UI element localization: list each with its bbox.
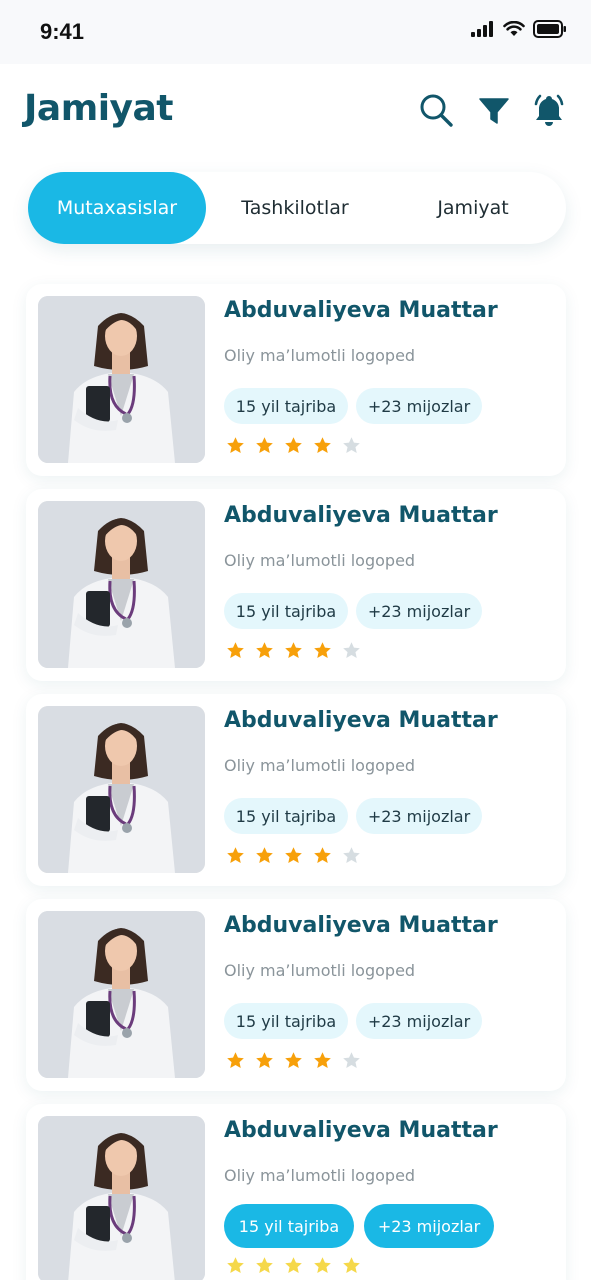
specialist-card[interactable]: Abduvaliyeva Muattar Oliy ma’lumotli logo… bbox=[26, 489, 566, 681]
specialist-card[interactable]: Abduvaliyeva Muattar Oliy ma’lumotli logo… bbox=[26, 284, 566, 476]
experience-badge: 15 yil tajriba bbox=[224, 798, 348, 834]
clients-badge: +23 mijozlar bbox=[356, 593, 482, 629]
rating-stars bbox=[226, 846, 361, 869]
battery-icon bbox=[533, 20, 566, 38]
specialist-photo bbox=[38, 296, 205, 463]
specialist-subtitle: Oliy ma’lumotli logoped bbox=[224, 346, 416, 365]
status-bar: 9:41 bbox=[0, 0, 591, 64]
star-filled-icon bbox=[313, 436, 332, 459]
rating-stars bbox=[226, 1256, 361, 1279]
star-filled-icon bbox=[255, 846, 274, 869]
specialist-name: Abduvaliyeva Muattar bbox=[224, 1118, 498, 1143]
tab-jamiyat[interactable]: Jamiyat bbox=[384, 172, 562, 244]
specialist-subtitle: Oliy ma’lumotli logoped bbox=[224, 551, 416, 570]
tab-mutaxasislar[interactable]: Mutaxasislar bbox=[28, 172, 206, 244]
specialist-card[interactable]: Abduvaliyeva Muattar Oliy ma’lumotli logo… bbox=[26, 1104, 566, 1280]
rating-stars bbox=[226, 436, 361, 459]
star-filled-icon bbox=[313, 846, 332, 869]
experience-badge: 15 yil tajriba bbox=[224, 1204, 354, 1248]
star-empty-icon bbox=[342, 641, 361, 664]
specialist-photo bbox=[38, 911, 205, 1078]
specialist-name: Abduvaliyeva Muattar bbox=[224, 298, 498, 323]
star-filled-icon bbox=[284, 1256, 303, 1279]
clients-badge: +23 mijozlar bbox=[356, 798, 482, 834]
specialist-name: Abduvaliyeva Muattar bbox=[224, 913, 498, 938]
rating-stars bbox=[226, 641, 361, 664]
star-filled-icon bbox=[284, 846, 303, 869]
specialist-subtitle: Oliy ma’lumotli logoped bbox=[224, 1166, 416, 1185]
specialist-photo bbox=[38, 1116, 205, 1280]
star-filled-icon bbox=[284, 1051, 303, 1074]
star-filled-icon bbox=[226, 641, 245, 664]
star-filled-icon bbox=[255, 641, 274, 664]
wifi-icon bbox=[503, 21, 525, 36]
signal-icon bbox=[471, 21, 493, 37]
clients-badge: +23 mijozlar bbox=[364, 1204, 494, 1248]
specialist-name: Abduvaliyeva Muattar bbox=[224, 708, 498, 733]
specialist-subtitle: Oliy ma’lumotli logoped bbox=[224, 756, 416, 775]
status-time: 9:41 bbox=[40, 19, 85, 44]
star-filled-icon bbox=[226, 846, 245, 869]
star-filled-icon bbox=[313, 1256, 332, 1279]
search-icon[interactable] bbox=[418, 92, 454, 128]
star-filled-icon bbox=[284, 436, 303, 459]
star-filled-icon bbox=[255, 1051, 274, 1074]
specialist-card[interactable]: Abduvaliyeva Muattar Oliy ma’lumotli logo… bbox=[26, 694, 566, 886]
segmented-tabs: Mutaxasislar Tashkilotlar Jamiyat bbox=[28, 172, 566, 244]
specialist-card[interactable]: Abduvaliyeva Muattar Oliy ma’lumotli logo… bbox=[26, 899, 566, 1091]
experience-badge: 15 yil tajriba bbox=[224, 1003, 348, 1039]
bell-icon[interactable] bbox=[531, 92, 567, 128]
tab-tashkilotlar[interactable]: Tashkilotlar bbox=[206, 172, 384, 244]
page-title: Jamiyat bbox=[24, 88, 174, 129]
star-filled-icon bbox=[313, 641, 332, 664]
specialist-photo bbox=[38, 706, 205, 873]
star-filled-icon bbox=[255, 1256, 274, 1279]
clients-badge: +23 mijozlar bbox=[356, 388, 482, 424]
specialist-subtitle: Oliy ma’lumotli logoped bbox=[224, 961, 416, 980]
specialist-photo bbox=[38, 501, 205, 668]
star-empty-icon bbox=[342, 846, 361, 869]
clients-badge: +23 mijozlar bbox=[356, 1003, 482, 1039]
star-filled-icon bbox=[226, 436, 245, 459]
star-empty-icon bbox=[342, 1051, 361, 1074]
star-filled-icon bbox=[255, 436, 274, 459]
rating-stars bbox=[226, 1051, 361, 1074]
specialist-name: Abduvaliyeva Muattar bbox=[224, 503, 498, 528]
star-filled-icon bbox=[342, 1256, 361, 1279]
star-filled-icon bbox=[313, 1051, 332, 1074]
star-filled-icon bbox=[226, 1256, 245, 1279]
status-icons bbox=[471, 20, 567, 38]
filter-icon[interactable] bbox=[476, 92, 512, 128]
star-empty-icon bbox=[342, 436, 361, 459]
experience-badge: 15 yil tajriba bbox=[224, 593, 348, 629]
experience-badge: 15 yil tajriba bbox=[224, 388, 348, 424]
star-filled-icon bbox=[226, 1051, 245, 1074]
star-filled-icon bbox=[284, 641, 303, 664]
